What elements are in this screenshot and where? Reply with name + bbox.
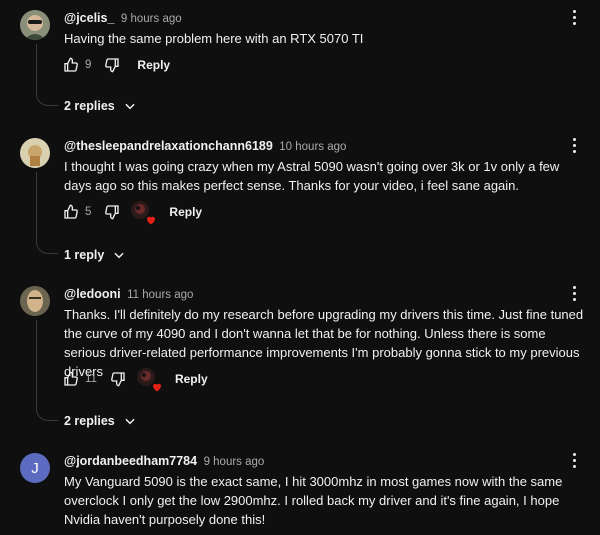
comment-timestamp[interactable]: 9 hours ago: [121, 13, 182, 25]
avatar[interactable]: [20, 10, 50, 40]
creator-heart: [136, 368, 161, 392]
chevron-down-icon: [125, 418, 135, 425]
replies-label: 2 replies: [64, 414, 115, 428]
avatar[interactable]: [20, 138, 50, 168]
like-count: 11: [85, 373, 97, 385]
like-count: 9: [85, 59, 92, 71]
avatar[interactable]: J: [20, 453, 50, 483]
thread-line: [36, 44, 58, 106]
like-icon[interactable]: [60, 201, 82, 223]
thread-line: [36, 172, 58, 254]
thread-line: [36, 320, 58, 421]
dislike-icon[interactable]: [101, 201, 123, 223]
comment-header: @thesleepandrelaxationchann6189 10 hours…: [64, 139, 346, 153]
like-count: 5: [85, 206, 92, 218]
heart-icon: [152, 383, 161, 392]
heart-icon: [147, 216, 156, 225]
comment-actions: 11 Reply: [60, 367, 208, 392]
comment-actions: 9 Reply: [60, 53, 170, 77]
comment-author[interactable]: @jordanbeedham7784: [64, 454, 197, 468]
reply-button[interactable]: Reply: [175, 372, 208, 386]
more-actions-icon[interactable]: [566, 283, 582, 303]
comment-timestamp[interactable]: 10 hours ago: [279, 141, 346, 153]
dislike-icon[interactable]: [101, 54, 123, 76]
comment-author[interactable]: @ledooni: [64, 287, 121, 301]
more-actions-icon[interactable]: [566, 450, 582, 470]
view-replies-button[interactable]: 2 replies: [64, 95, 137, 117]
chevron-down-icon: [125, 103, 135, 110]
reply-button[interactable]: Reply: [169, 205, 202, 219]
reply-button[interactable]: Reply: [137, 58, 170, 72]
chevron-down-icon: [114, 252, 124, 259]
view-replies-button[interactable]: 2 replies: [64, 410, 137, 432]
creator-heart: [131, 201, 156, 225]
view-replies-button[interactable]: 1 reply: [64, 244, 126, 266]
comment-timestamp[interactable]: 11 hours ago: [127, 289, 193, 301]
comment-header: @jcelis_ 9 hours ago: [64, 11, 182, 25]
replies-label: 1 reply: [64, 248, 105, 262]
comment-header: @jordanbeedham7784 9 hours ago: [64, 454, 264, 468]
more-actions-icon[interactable]: [566, 135, 582, 155]
like-icon[interactable]: [60, 54, 82, 76]
comment-timestamp[interactable]: 9 hours ago: [204, 456, 265, 468]
more-actions-icon[interactable]: [566, 7, 582, 27]
comment-author[interactable]: @thesleepandrelaxationchann6189: [64, 139, 273, 153]
comment-actions: 5 Reply: [60, 200, 202, 225]
comment-text: Having the same problem here with an RTX…: [64, 31, 364, 46]
avatar-letter: J: [31, 459, 39, 477]
replies-label: 2 replies: [64, 99, 115, 113]
comment-author[interactable]: @jcelis_: [64, 11, 114, 25]
comment-text: I thought I was going crazy when my Astr…: [64, 159, 560, 193]
avatar[interactable]: [20, 286, 50, 316]
comment-header: @ledooni 11 hours ago: [64, 287, 193, 301]
dislike-icon[interactable]: [107, 368, 129, 390]
like-icon[interactable]: [60, 368, 82, 390]
comment-text: My Vanguard 5090 is the exact same, I hi…: [64, 474, 563, 527]
